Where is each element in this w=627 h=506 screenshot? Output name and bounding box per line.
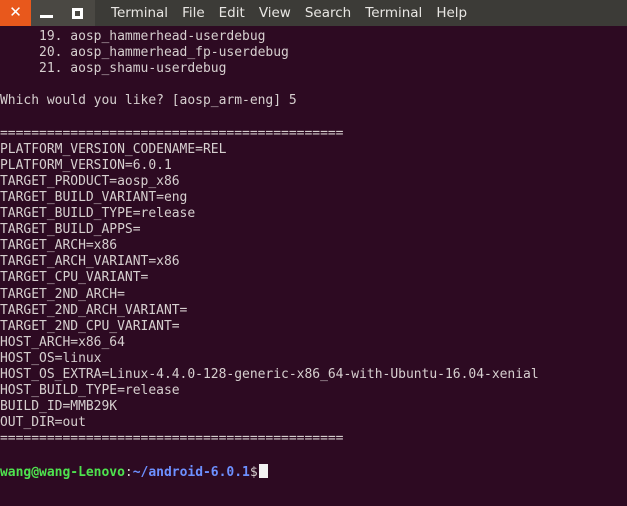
terminal-line: HOST_BUILD_TYPE=release bbox=[0, 383, 180, 399]
terminal-line: TARGET_BUILD_APPS= bbox=[0, 222, 141, 238]
terminal-line: 20. aosp_hammerhead_fp-userdebug bbox=[0, 45, 289, 61]
menu-item-edit[interactable]: Edit bbox=[212, 0, 252, 26]
shell-prompt: wang@wang-Lenovo:~/android-6.0.1$ bbox=[0, 463, 627, 480]
terminal-line: TARGET_2ND_ARCH_VARIANT= bbox=[0, 302, 188, 318]
window-controls: ✕ bbox=[0, 0, 95, 26]
terminal-line: TARGET_BUILD_VARIANT=eng bbox=[0, 189, 188, 205]
terminal-line: TARGET_CPU_VARIANT= bbox=[0, 270, 149, 286]
terminal-line: 19. aosp_hammerhead-userdebug bbox=[0, 29, 266, 44]
minimize-icon bbox=[40, 15, 53, 18]
terminal-line: TARGET_2ND_CPU_VARIANT= bbox=[0, 318, 180, 334]
menu-item-file[interactable]: File bbox=[175, 0, 212, 26]
terminal-line: HOST_OS_EXTRA=Linux-4.4.0-128-generic-x8… bbox=[0, 366, 539, 382]
terminal-line: ========================================… bbox=[0, 125, 344, 141]
minimize-button[interactable] bbox=[31, 0, 62, 26]
terminal-line: PLATFORM_VERSION_CODENAME=REL bbox=[0, 141, 227, 157]
terminal-line: ========================================… bbox=[0, 431, 344, 447]
close-button[interactable]: ✕ bbox=[0, 0, 31, 26]
menu-item-view[interactable]: View bbox=[252, 0, 298, 26]
terminal-line: TARGET_ARCH_VARIANT=x86 bbox=[0, 254, 180, 270]
prompt-user-host: wang@wang-Lenovo bbox=[0, 464, 125, 480]
terminal-line: Which would you like? [aosp_arm-eng] 5 bbox=[0, 93, 297, 109]
window-title: Terminal bbox=[111, 5, 169, 21]
window-titlebar: ✕ Terminal File Edit View Search Termina… bbox=[0, 0, 627, 26]
terminal-line: PLATFORM_VERSION=6.0.1 bbox=[0, 157, 172, 173]
terminal-area[interactable]: 19. aosp_hammerhead-userdebug 20. aosp_h… bbox=[0, 26, 627, 506]
prompt-symbol: $ bbox=[249, 464, 258, 480]
prompt-path: ~/android-6.0.1 bbox=[132, 464, 250, 480]
terminal-line: OUT_DIR=out bbox=[0, 415, 86, 431]
prompt-separator: : bbox=[124, 464, 133, 480]
terminal-line: HOST_OS=linux bbox=[0, 350, 102, 366]
terminal-line: HOST_ARCH=x86_64 bbox=[0, 334, 125, 350]
menu-item-help[interactable]: Help bbox=[429, 0, 474, 26]
menu-item-search[interactable]: Search bbox=[298, 0, 358, 26]
maximize-icon bbox=[72, 7, 83, 19]
terminal-output: 19. aosp_hammerhead-userdebug 20. aosp_h… bbox=[0, 29, 627, 480]
terminal-line: BUILD_ID=MMB29K bbox=[0, 399, 118, 415]
terminal-line: TARGET_BUILD_TYPE=release bbox=[0, 206, 196, 222]
close-icon: ✕ bbox=[9, 3, 22, 21]
menu-item-terminal[interactable]: Terminal bbox=[358, 0, 429, 26]
terminal-line: TARGET_2ND_ARCH= bbox=[0, 286, 125, 302]
terminal-line: TARGET_PRODUCT=aosp_x86 bbox=[0, 173, 180, 189]
terminal-cursor bbox=[258, 463, 268, 478]
maximize-button[interactable] bbox=[62, 0, 93, 26]
terminal-line: TARGET_ARCH=x86 bbox=[0, 238, 118, 254]
menubar: Terminal File Edit View Search Terminal … bbox=[95, 0, 474, 26]
terminal-line: 21. aosp_shamu-userdebug bbox=[0, 61, 227, 77]
